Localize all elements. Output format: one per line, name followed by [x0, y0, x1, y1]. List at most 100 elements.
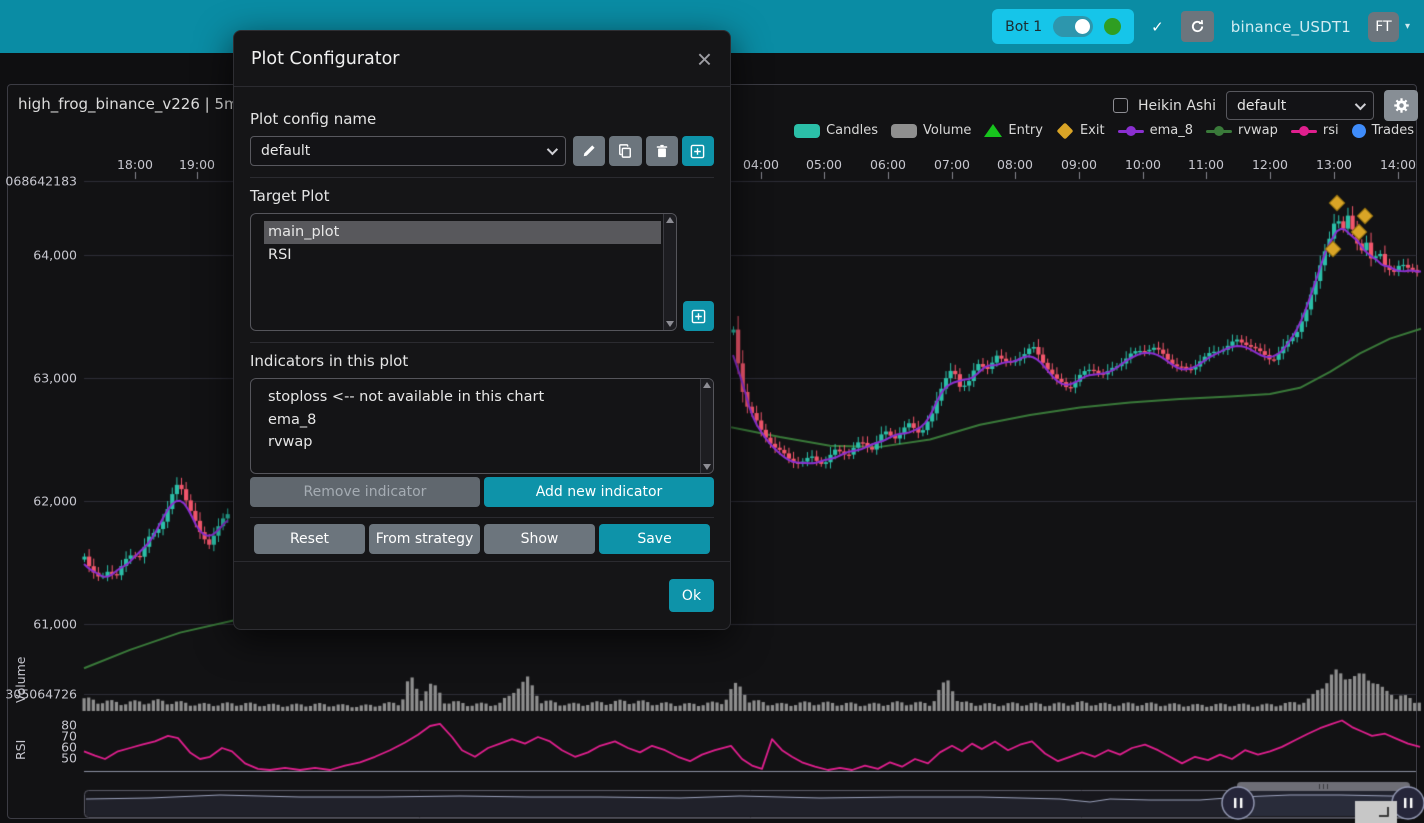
- plotconfig-select-value: default: [1237, 98, 1286, 114]
- time-axis-label: 12:00: [1252, 157, 1288, 172]
- from-strategy-button[interactable]: From strategy: [369, 524, 480, 554]
- time-axis-label: 19:00: [179, 157, 215, 172]
- config-name-value: default: [261, 143, 310, 159]
- bot-online-dot: [1104, 18, 1121, 35]
- indicators-label: Indicators in this plot: [250, 352, 714, 370]
- rvwap-line-icon: [1206, 124, 1232, 138]
- plus-square-icon: [691, 309, 706, 324]
- legend-ema8[interactable]: ema_8: [1118, 123, 1193, 138]
- config-name-label: Plot config name: [250, 110, 714, 128]
- target-plot-option-main[interactable]: main_plot: [264, 221, 661, 244]
- time-axis-label: 11:00: [1188, 157, 1224, 172]
- trash-icon: [655, 144, 669, 158]
- trades-circle-icon: [1352, 124, 1366, 138]
- scroll-up-icon: [703, 382, 711, 388]
- add-target-plot-button[interactable]: [683, 301, 714, 331]
- time-axis-label: 13:00: [1316, 157, 1352, 172]
- caret-down-icon: ▾: [1405, 21, 1410, 32]
- volume-axis-title: Volume: [13, 657, 28, 704]
- legend-trades[interactable]: Trades: [1352, 123, 1414, 138]
- reset-button[interactable]: Reset: [254, 524, 365, 554]
- modal-body: Plot config name default: [234, 87, 730, 561]
- datazoom-left-handle[interactable]: [1222, 787, 1254, 819]
- add-config-button[interactable]: [682, 136, 714, 166]
- datazoom-scrollbar[interactable]: [1237, 782, 1410, 791]
- rsi-axis-title: RSI: [13, 740, 28, 760]
- candles-swatch-icon: [794, 124, 820, 138]
- scroll-up-icon: [666, 217, 674, 223]
- time-axis-label: 05:00: [806, 157, 842, 172]
- ok-button[interactable]: Ok: [669, 579, 714, 612]
- show-button[interactable]: Show: [484, 524, 595, 554]
- remove-indicator-button[interactable]: Remove indicator: [250, 477, 480, 507]
- plot-configurator-modal: Plot Configurator × Plot config name def…: [233, 30, 731, 630]
- y-axis-label: 068642183: [5, 174, 77, 189]
- chart-title: high_frog_binance_v226 | 5m: [18, 95, 239, 113]
- legend-exit[interactable]: Exit: [1056, 123, 1105, 138]
- target-plot-option-rsi[interactable]: RSI: [264, 244, 661, 267]
- y-axis-label: 63,000: [33, 371, 77, 386]
- indicators-listbox: stoploss <-- not available in this chart…: [250, 378, 714, 474]
- delete-config-button[interactable]: [646, 136, 678, 166]
- pair-label[interactable]: binance_USDT1: [1231, 18, 1351, 36]
- plus-square-icon: [690, 144, 705, 159]
- chart-legend: Candles Volume Entry Exit ema_8 rvwap rs…: [794, 123, 1414, 138]
- time-axis-label: 18:00: [117, 157, 153, 172]
- rename-config-button[interactable]: [573, 136, 605, 166]
- time-axis-label: 06:00: [870, 157, 906, 172]
- time-axis-label: 08:00: [997, 157, 1033, 172]
- indicator-item-rvwap[interactable]: rvwap: [264, 431, 698, 454]
- duplicate-config-button[interactable]: [609, 136, 641, 166]
- check-icon: ✓: [1151, 18, 1164, 36]
- scroll-down-icon: [666, 321, 674, 327]
- modal-title: Plot Configurator: [251, 49, 399, 69]
- toggle-knob: [1075, 19, 1090, 34]
- scroll-down-icon: [703, 464, 711, 470]
- legend-rvwap[interactable]: rvwap: [1206, 123, 1278, 138]
- legend-entry[interactable]: Entry: [984, 123, 1043, 138]
- heikin-ashi-label: Heikin Ashi: [1138, 98, 1216, 114]
- pencil-icon: [582, 144, 596, 158]
- plot-settings-button[interactable]: [1384, 90, 1418, 121]
- chart-controls-row: Heikin Ashi default: [1113, 90, 1418, 121]
- time-axis-label: 07:00: [934, 157, 970, 172]
- bot-selector[interactable]: Bot 1: [992, 9, 1134, 44]
- bot-label: Bot 1: [1005, 19, 1042, 35]
- time-axis-label: 14:00: [1380, 157, 1416, 172]
- refresh-icon: [1190, 19, 1205, 34]
- refresh-button[interactable]: [1181, 11, 1214, 42]
- y-axis-label: 61,000: [33, 617, 77, 632]
- ema8-line-icon: [1118, 124, 1144, 138]
- copy-icon: [618, 144, 632, 158]
- chevron-down-icon: [547, 144, 558, 155]
- modal-footer: Ok: [234, 561, 730, 629]
- config-name-select[interactable]: default: [250, 136, 566, 166]
- user-menu[interactable]: FT ▾: [1368, 12, 1410, 42]
- indicator-item-ema8[interactable]: ema_8: [264, 409, 698, 432]
- legend-rsi[interactable]: rsi: [1291, 123, 1339, 138]
- target-plot-listbox: main_plot RSI: [250, 213, 677, 331]
- save-button[interactable]: Save: [599, 524, 710, 554]
- listbox-scrollbar[interactable]: [663, 214, 676, 330]
- target-plot-label: Target Plot: [250, 187, 714, 205]
- y-axis-label: 64,000: [33, 248, 77, 263]
- volume-swatch-icon: [891, 124, 917, 138]
- legend-candles[interactable]: Candles: [794, 123, 878, 138]
- listbox-scrollbar[interactable]: [700, 379, 713, 473]
- time-axis-label: 04:00: [743, 157, 779, 172]
- bot-toggle[interactable]: [1053, 16, 1093, 37]
- heikin-ashi-checkbox[interactable]: [1113, 98, 1128, 113]
- close-icon[interactable]: ×: [697, 46, 712, 72]
- chevron-down-icon: [1355, 98, 1366, 109]
- add-new-indicator-button[interactable]: Add new indicator: [484, 477, 714, 507]
- avatar: FT: [1368, 12, 1399, 42]
- plotconfig-select[interactable]: default: [1226, 91, 1374, 120]
- y-axis-label: 62,000: [33, 494, 77, 509]
- rsi-tick-label: 50: [61, 751, 77, 766]
- legend-volume[interactable]: Volume: [891, 123, 971, 138]
- modal-header: Plot Configurator ×: [234, 31, 730, 87]
- indicator-item-stoploss[interactable]: stoploss <-- not available in this chart: [264, 386, 698, 409]
- resize-corner-handle[interactable]: [1355, 800, 1397, 823]
- exit-diamond-icon: [1056, 122, 1073, 139]
- entry-triangle-icon: [984, 124, 1002, 137]
